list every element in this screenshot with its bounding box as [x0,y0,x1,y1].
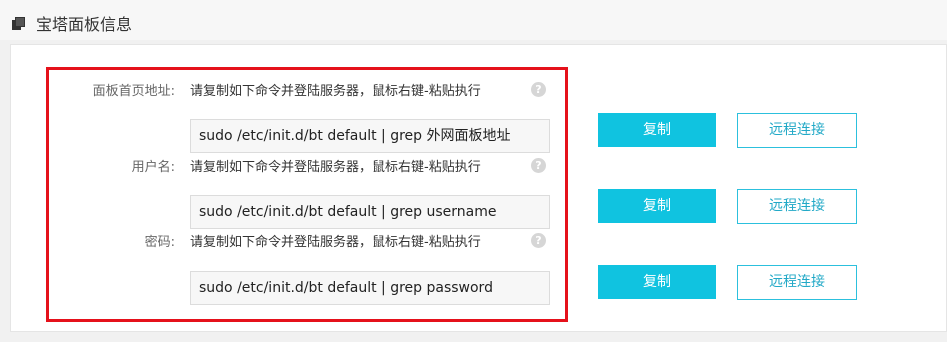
remote-connect-button[interactable]: 远程连接 [737,113,857,148]
copy-button[interactable]: 复制 [598,189,716,223]
copy-button[interactable]: 复制 [598,113,716,147]
copy-button[interactable]: 复制 [598,265,716,299]
section-title: 宝塔面板信息 [36,15,133,34]
copy-stack-icon [12,17,25,30]
highlight-box [46,67,568,322]
remote-connect-button[interactable]: 远程连接 [737,265,857,300]
remote-connect-button[interactable]: 远程连接 [737,189,857,224]
section-header: 宝塔面板信息 [0,0,947,40]
